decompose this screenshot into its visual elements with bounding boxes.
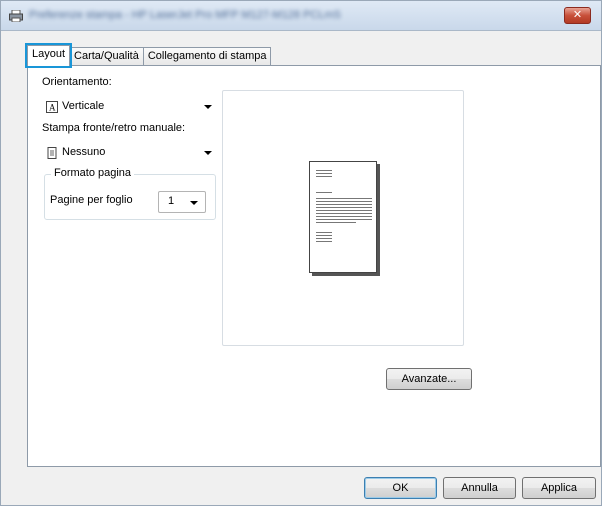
chevron-down-icon <box>190 201 198 205</box>
preview-page <box>309 161 377 273</box>
close-button[interactable]: ✕ <box>564 7 591 24</box>
svg-text:A: A <box>49 103 56 113</box>
layout-tab-panel: Orientamento: A Verticale Stampa fronte/… <box>27 65 601 467</box>
advanced-button[interactable]: Avanzate... <box>386 368 472 390</box>
tab-strip: Layout Carta/Qualità Collegamento di sta… <box>24 43 272 68</box>
orientation-combo[interactable]: A Verticale <box>42 97 216 116</box>
page-format-group-title: Formato pagina <box>51 167 135 179</box>
chevron-down-icon <box>204 105 212 109</box>
single-sided-page-icon <box>46 147 58 159</box>
portrait-page-icon: A <box>46 101 58 113</box>
chevron-down-icon <box>204 151 212 155</box>
title-bar[interactable]: Preferenze stampa - HP LaserJet Pro MFP … <box>1 1 601 31</box>
printer-icon <box>9 10 23 22</box>
orientation-label: Orientamento: <box>42 76 112 88</box>
orientation-value: Verticale <box>62 100 105 112</box>
tab-print-shortcuts[interactable]: Collegamento di stampa <box>142 47 272 66</box>
print-preferences-window: Preferenze stampa - HP LaserJet Pro MFP … <box>0 0 602 506</box>
pages-per-sheet-label: Pagine per foglio <box>50 194 133 206</box>
pages-per-sheet-value: 1 <box>168 195 175 207</box>
apply-button[interactable]: Applica <box>522 477 596 499</box>
duplex-combo[interactable]: Nessuno <box>42 143 216 162</box>
duplex-value: Nessuno <box>62 146 106 158</box>
pages-per-sheet-combo[interactable]: 1 <box>158 191 206 213</box>
tab-paper-quality[interactable]: Carta/Qualità <box>69 47 144 66</box>
window-title: Preferenze stampa - HP LaserJet Pro MFP … <box>29 9 341 21</box>
duplex-label: Stampa fronte/retro manuale: <box>42 122 186 134</box>
page-preview <box>222 90 464 346</box>
ok-button[interactable]: OK <box>364 477 437 499</box>
cancel-button[interactable]: Annulla <box>443 477 516 499</box>
tab-layout[interactable]: Layout <box>24 43 73 68</box>
